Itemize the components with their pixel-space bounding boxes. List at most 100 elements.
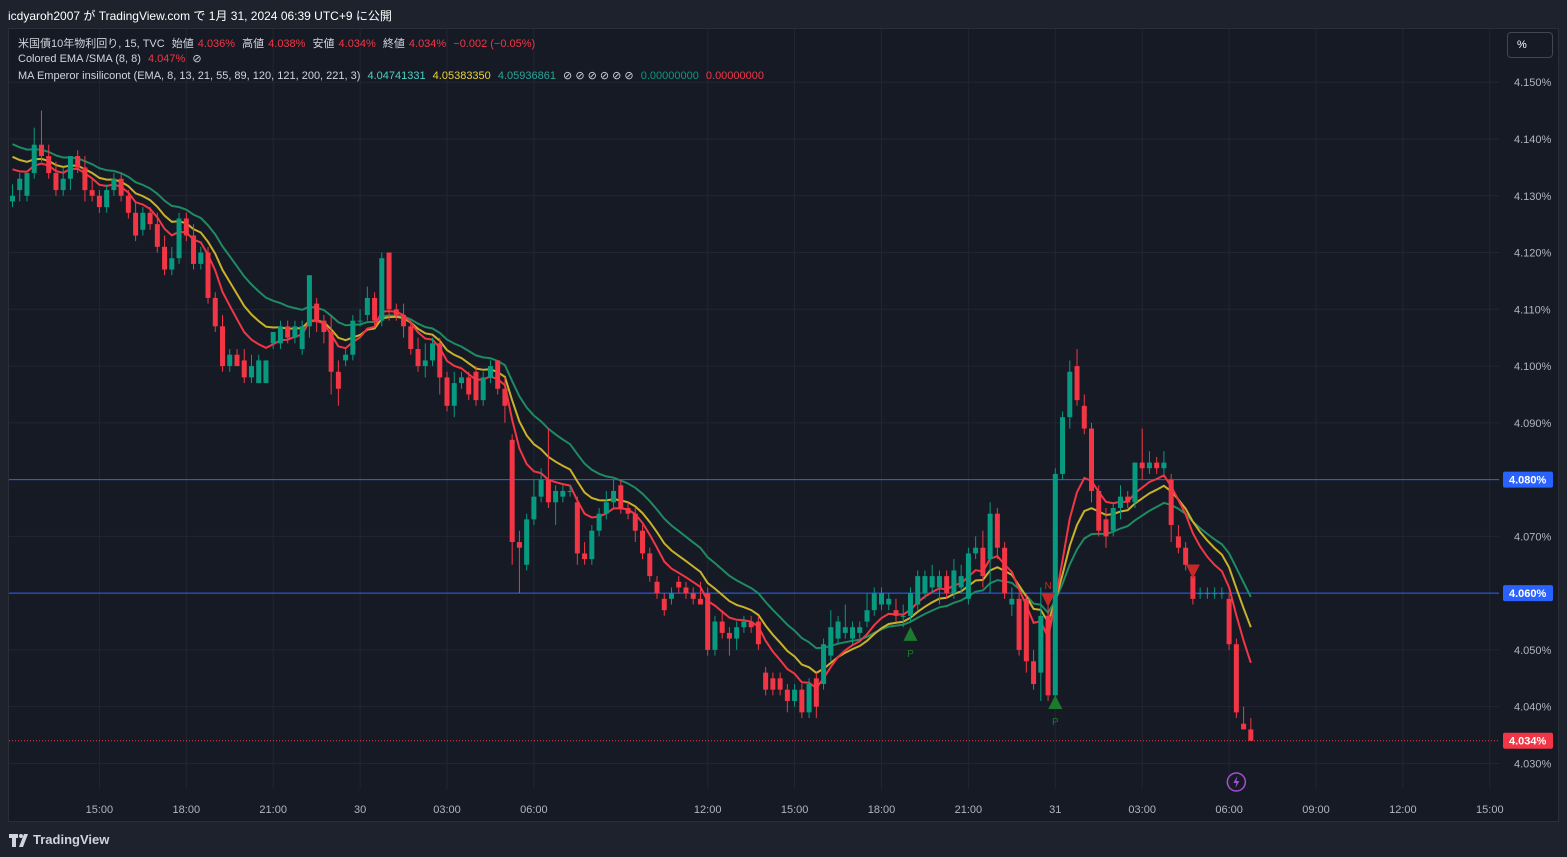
candle-body[interactable]: [632, 513, 638, 531]
candle-body[interactable]: [553, 490, 559, 503]
candle-body[interactable]: [690, 593, 696, 599]
candle-body[interactable]: [1117, 496, 1123, 508]
chart-pane[interactable]: P N P 4.030% 4.040% 4.050% 4.070% 4.090% 4.100% 4…: [8, 28, 1559, 822]
candle-body[interactable]: [842, 627, 848, 633]
candle-body[interactable]: [886, 598, 892, 605]
candle-body[interactable]: [357, 320, 363, 322]
candle-body[interactable]: [89, 190, 95, 196]
candle-body[interactable]: [965, 553, 971, 599]
symbol-legend[interactable]: 米国債10年物利回り, 15, TVC 始値 4.036% 高値 4.038% 安値…: [18, 35, 539, 51]
candle-body[interactable]: [364, 297, 370, 315]
candle-body[interactable]: [321, 320, 327, 333]
candle-body[interactable]: [234, 354, 240, 367]
candle-body[interactable]: [133, 212, 139, 236]
candle-body[interactable]: [676, 581, 682, 588]
candle-body[interactable]: [277, 326, 283, 344]
candle-body[interactable]: [495, 360, 501, 389]
candle-body[interactable]: [770, 678, 776, 690]
candle-body[interactable]: [205, 252, 211, 298]
candle-body[interactable]: [821, 644, 827, 684]
candle-body[interactable]: [198, 252, 204, 264]
candle-body[interactable]: [263, 360, 269, 384]
candle-body[interactable]: [212, 297, 218, 327]
candle-body[interactable]: [1052, 473, 1058, 696]
candle-body[interactable]: [907, 593, 913, 616]
candle-body[interactable]: [784, 689, 790, 702]
candle-body[interactable]: [683, 587, 689, 594]
candle-body[interactable]: [1067, 371, 1073, 418]
candle-body[interactable]: [915, 576, 921, 605]
candle-body[interactable]: [46, 156, 52, 174]
candle-body[interactable]: [1081, 405, 1087, 429]
candle-body[interactable]: [422, 360, 428, 367]
candle-body[interactable]: [763, 672, 769, 690]
candle-body[interactable]: [111, 178, 117, 191]
ema-legend[interactable]: Colored EMA /SMA (8, 8) 4.047% ⊘: [18, 52, 206, 65]
candle-body[interactable]: [545, 479, 551, 503]
candle-body[interactable]: [879, 593, 884, 605]
candle-body[interactable]: [248, 366, 254, 378]
candle-body[interactable]: [1038, 615, 1044, 673]
candle-body[interactable]: [1031, 661, 1037, 684]
candle-body[interactable]: [415, 349, 421, 367]
candle-body[interactable]: [1175, 536, 1181, 548]
footer-brand[interactable]: TradingView: [33, 832, 109, 847]
candle-body[interactable]: [343, 354, 349, 361]
candle-body[interactable]: [154, 224, 160, 247]
candle-body[interactable]: [176, 218, 182, 259]
percent-scale-button[interactable]: %: [1507, 32, 1553, 58]
candle-body[interactable]: [640, 530, 646, 554]
candle-body[interactable]: [502, 388, 508, 406]
candle-body[interactable]: [270, 332, 276, 344]
candle-body[interactable]: [60, 178, 66, 191]
candle-body[interactable]: [741, 621, 747, 628]
candle-body[interactable]: [589, 530, 595, 560]
candle-body[interactable]: [835, 621, 841, 639]
candle-body[interactable]: [227, 354, 233, 367]
candle-body[interactable]: [900, 615, 906, 617]
candle-body[interactable]: [328, 332, 334, 372]
candle-body[interactable]: [430, 343, 436, 361]
candle-body[interactable]: [31, 144, 37, 174]
candle-body[interactable]: [871, 593, 877, 611]
candle-body[interactable]: [734, 627, 740, 639]
candle-body[interactable]: [118, 178, 124, 196]
candle-body[interactable]: [285, 326, 291, 338]
candle-body[interactable]: [936, 576, 942, 588]
candle-body[interactable]: [1248, 729, 1254, 741]
candle-body[interactable]: [603, 502, 609, 514]
candle-body[interactable]: [864, 610, 870, 622]
candle-body[interactable]: [466, 377, 472, 395]
candle-body[interactable]: [922, 576, 928, 594]
candle-body[interactable]: [792, 689, 798, 702]
candle-body[interactable]: [220, 326, 226, 367]
candle-body[interactable]: [314, 303, 320, 321]
candle-body[interactable]: [386, 252, 392, 310]
candle-body[interactable]: [1219, 593, 1225, 595]
candle-body[interactable]: [487, 366, 493, 378]
candle-body[interactable]: [828, 627, 834, 656]
candle-body[interactable]: [458, 377, 464, 384]
candle-body[interactable]: [241, 360, 247, 378]
candle-body[interactable]: [1096, 490, 1102, 531]
candle-body[interactable]: [125, 195, 131, 213]
candle-body[interactable]: [1197, 593, 1203, 595]
candle-body[interactable]: [1016, 598, 1022, 650]
symbol-name[interactable]: 米国債10年物利回り, 15, TVC: [18, 38, 165, 50]
candle-body[interactable]: [980, 547, 986, 577]
candle-body[interactable]: [1045, 615, 1051, 696]
candle-body[interactable]: [183, 218, 189, 236]
candle-body[interactable]: [560, 490, 566, 497]
candle-body[interactable]: [944, 576, 950, 594]
candle-body[interactable]: [850, 627, 856, 639]
candle-body[interactable]: [299, 326, 305, 350]
candle-body[interactable]: [162, 246, 168, 270]
candle-body[interactable]: [611, 490, 617, 503]
candle-body[interactable]: [516, 542, 522, 548]
candle-body[interactable]: [719, 621, 725, 633]
candle-body[interactable]: [1060, 417, 1066, 474]
price-chart[interactable]: P N P 4.030% 4.040% 4.050% 4.070% 4.090% 4.100% 4…: [9, 29, 1559, 822]
candle-body[interactable]: [53, 173, 59, 191]
candle-body[interactable]: [987, 513, 993, 560]
candle-body[interactable]: [973, 547, 979, 554]
